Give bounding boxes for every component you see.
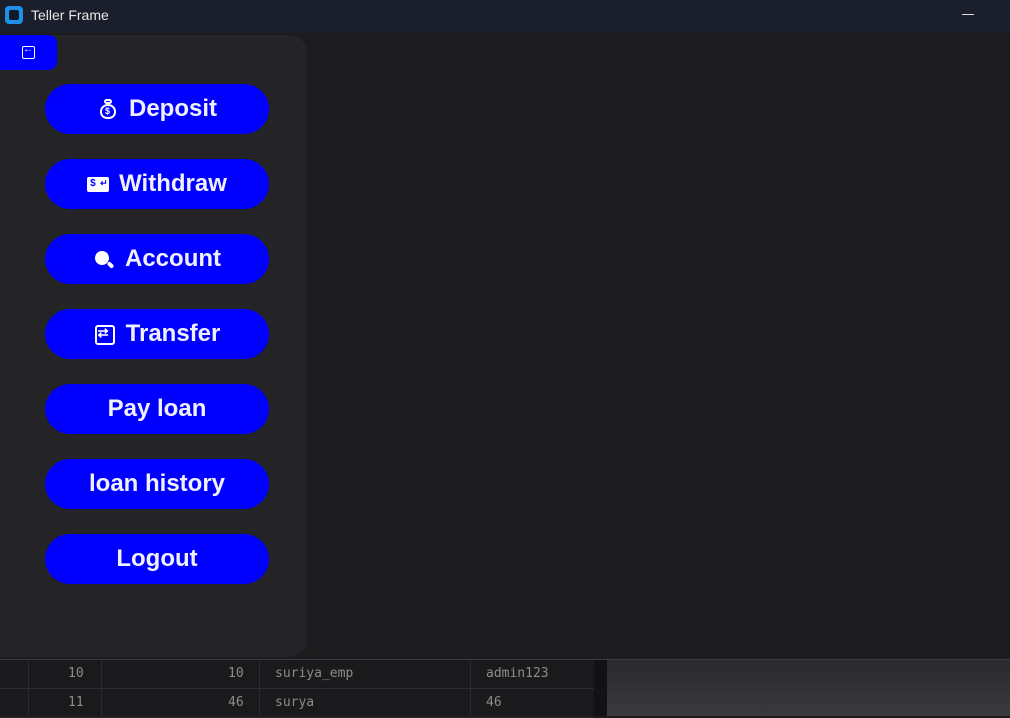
account-button[interactable]: Account: [45, 234, 269, 284]
withdraw-button[interactable]: $ ↵ Withdraw: [45, 159, 269, 209]
loan-history-label: loan history: [88, 470, 226, 497]
table-row: 11 46 surya 46: [0, 689, 594, 718]
background-window: 10 10 suriya_emp admin123 11 46 surya 46: [0, 659, 1010, 718]
loan-history-button[interactable]: loan history: [45, 459, 269, 509]
table-row: 10 10 suriya_emp admin123: [0, 660, 594, 689]
table-cell: 46: [486, 695, 502, 710]
app-icon: [5, 6, 23, 24]
table-cell: admin123: [486, 666, 549, 681]
pay-loan-button[interactable]: Pay loan: [45, 384, 269, 434]
transfer-icon: ⇄: [94, 323, 116, 345]
account-label: Account: [125, 245, 221, 272]
table-cell: 46: [228, 695, 244, 710]
window-title: Teller Frame: [31, 7, 109, 23]
transfer-label: Transfer: [125, 320, 221, 347]
logout-button[interactable]: Logout: [45, 534, 269, 584]
pay-loan-label: Pay loan: [107, 395, 207, 422]
search-icon: [93, 248, 115, 270]
title-bar: Teller Frame: [0, 0, 1010, 33]
arrow-left-icon: [22, 44, 35, 59]
minimize-button[interactable]: [962, 14, 974, 15]
moneybag-icon: $: [97, 98, 119, 120]
sidebar: $ Deposit $↵ Withdraw Account ⇄ Transfer…: [0, 35, 307, 657]
collapse-sidebar-button[interactable]: [0, 35, 57, 70]
logout-label: Logout: [116, 545, 198, 572]
withdraw-label: Withdraw: [119, 170, 227, 197]
table-cell: 10: [228, 666, 244, 681]
background-panel: [607, 660, 1010, 716]
transfer-button[interactable]: ⇄ Transfer: [45, 309, 269, 359]
table-cell: 11: [68, 695, 84, 710]
main-area: $ Deposit $↵ Withdraw Account ⇄ Transfer…: [0, 33, 1010, 659]
deposit-label: Deposit: [128, 95, 217, 122]
table-cell: surya: [275, 695, 315, 710]
table-cell: suriya_emp: [275, 666, 354, 681]
background-table: 10 10 suriya_emp admin123 11 46 surya 46: [0, 660, 594, 718]
cash-icon: $ ↵: [87, 173, 110, 195]
deposit-button[interactable]: $ Deposit: [45, 84, 269, 134]
table-cell: 10: [68, 666, 84, 681]
